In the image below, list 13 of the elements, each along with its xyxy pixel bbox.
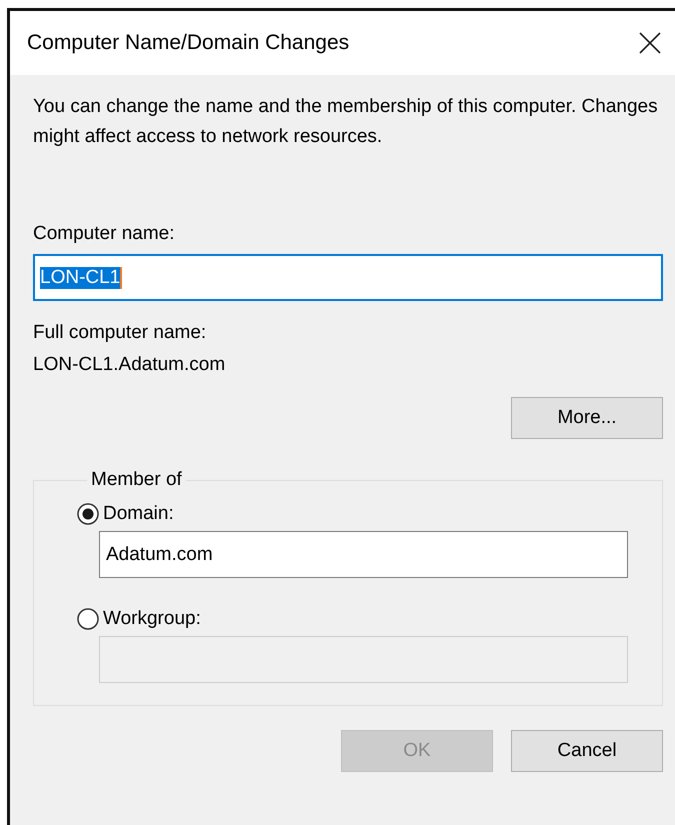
computer-name-field[interactable]: LON-CL1 (33, 254, 663, 301)
group-label: Member of (90, 469, 183, 491)
window-title: Computer Name/Domain Changes (27, 31, 350, 55)
more-button[interactable]: More... (511, 397, 663, 439)
field-label: Computer name: (33, 222, 176, 246)
dialog-button[interactable]: Cancel (511, 730, 663, 772)
close-icon[interactable] (639, 32, 661, 54)
field-label: Full computer name: (33, 321, 208, 345)
radio-label[interactable]: Domain: (103, 503, 174, 525)
description-text: You can change the name and the membership of this computer. Changes might affect access to network resources. (33, 95, 659, 149)
text-field[interactable]: Adatum.com (99, 531, 628, 578)
full-computer-name: LON-CL1.Adatum.com (33, 353, 226, 377)
radio-button[interactable] (77, 503, 99, 525)
